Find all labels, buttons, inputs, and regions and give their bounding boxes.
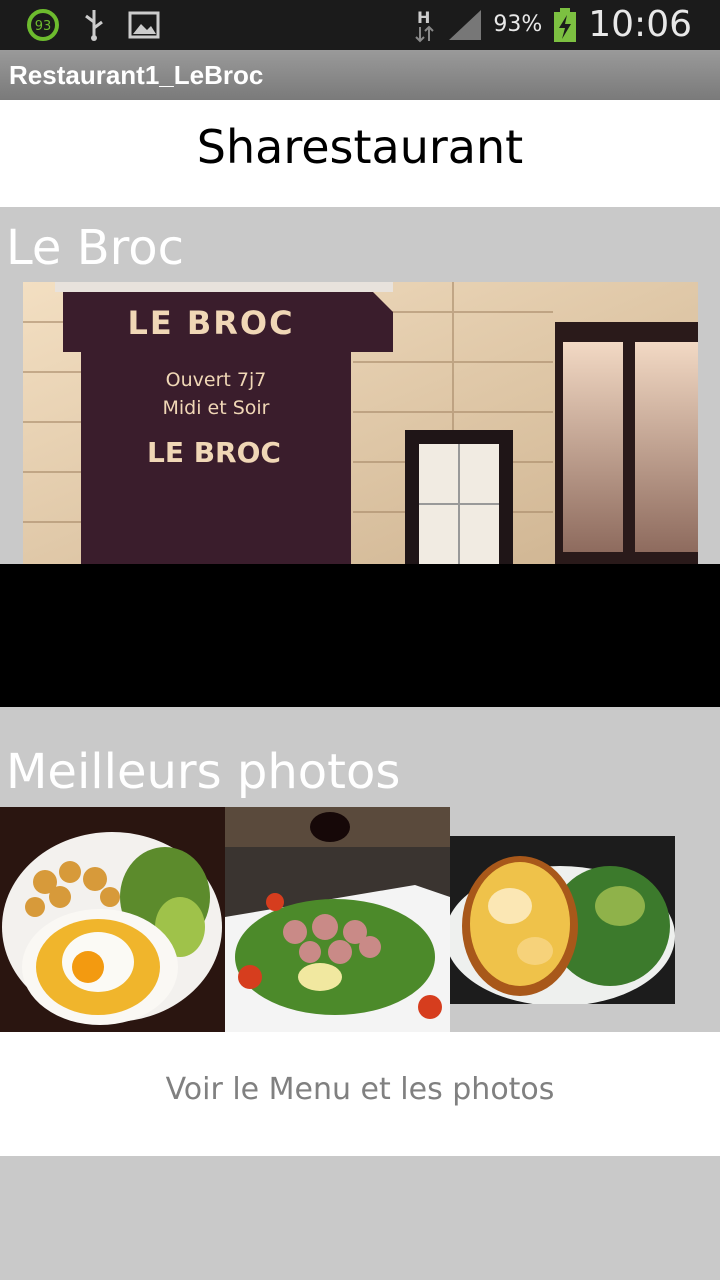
- view-menu-button[interactable]: Voir le Menu et les photos: [0, 1032, 720, 1156]
- window-title: Restaurant1_LeBroc: [9, 60, 264, 90]
- photo-egg-gratin[interactable]: [0, 807, 225, 1032]
- ring-number: 93: [35, 19, 52, 34]
- sign-hours-text: Ouvert 7j7: [166, 369, 267, 391]
- photo-salad[interactable]: [225, 807, 450, 1032]
- view-menu-label: Voir le Menu et les photos: [165, 1072, 555, 1107]
- status-bar: 93 H 93% 10:06: [0, 0, 720, 50]
- image-letterbox: [0, 564, 720, 707]
- app-title-bar: Restaurant1_LeBroc: [0, 50, 720, 100]
- image-icon: [128, 11, 160, 39]
- clock: 10:06: [588, 4, 692, 45]
- battery-percent: 93%: [493, 12, 543, 37]
- usb-icon: [85, 10, 103, 41]
- photo-gratin-salad[interactable]: [450, 836, 675, 1004]
- sign-service-text: Midi et Soir: [162, 397, 269, 419]
- best-photos-title: Meilleurs photos: [6, 744, 401, 800]
- app-name: Sharestaurant: [196, 120, 524, 174]
- restaurant-photo[interactable]: LE BROC Ouvert 7j7 Midi et Soir LE BROC: [23, 282, 698, 564]
- h-data-icon: H: [415, 8, 435, 42]
- signal-icon: [449, 9, 482, 40]
- awning-sign-text: LE BROC: [127, 304, 294, 342]
- door-sign-text: LE BROC: [147, 436, 281, 469]
- restaurant-name: Le Broc: [6, 220, 185, 276]
- battery-charging-icon: [554, 7, 577, 42]
- battery-ring-icon: 93: [27, 9, 59, 41]
- app-header: Sharestaurant: [0, 100, 720, 207]
- svg-text:H: H: [417, 8, 430, 27]
